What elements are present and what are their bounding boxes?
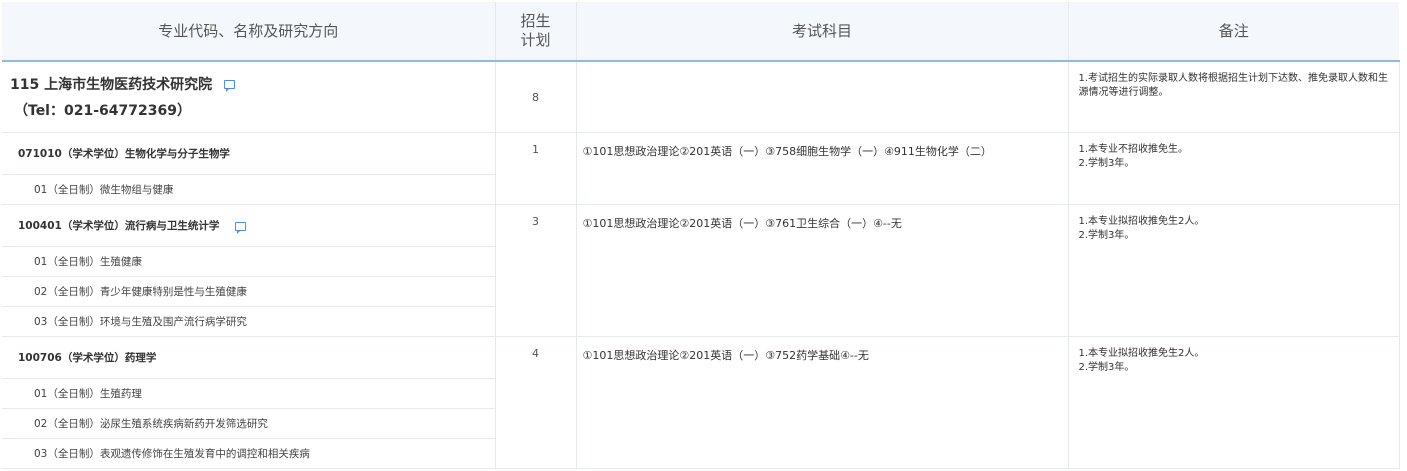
major-title-cell[interactable]: 100401（学术学位）流行病与卫生统计学 — [2, 204, 496, 247]
institute-note: 1.考试招生的实际录取人数将根据招生计划下达数、推免录取人数和生源情况等进行调整… — [1068, 61, 1400, 133]
institute-name-line: 115 上海市生物医药技术研究院 — [10, 74, 495, 94]
major-plan: 3 — [495, 204, 577, 337]
table-header-row: 专业代码、名称及研究方向 招生 计划 考试科目 备注 — [2, 2, 1399, 62]
header-note: 备注 — [1068, 2, 1399, 62]
major-title[interactable]: 100706（学术学位）药理学 — [2, 336, 496, 379]
institute-plan: 8 — [495, 61, 577, 133]
note-line: 2.学制3年。 — [1078, 230, 1135, 241]
direction-item: 01（全日制）生殖药理 — [2, 378, 496, 409]
direction-item: 03（全日制）表观遗传修饰在生殖发育中的调控和相关疾病 — [2, 438, 496, 469]
institute-cell: 115 上海市生物医药技术研究院 （Tel：021-64772369） — [2, 61, 496, 133]
header-plan-line2: 计划 — [520, 31, 551, 49]
major-note: 1.本专业拟招收推免生2人。 2.学制3年。 — [1068, 204, 1400, 337]
direction-item: 02（全日制）泌尿生殖系统疾病新药开发筛选研究 — [2, 408, 496, 439]
direction-item: 01（全日制）生殖健康 — [2, 246, 496, 277]
major-plan: 1 — [495, 132, 577, 205]
major-plan: 4 — [495, 336, 577, 469]
note-line: 2.学制3年。 — [1078, 362, 1135, 373]
major-row: 071010（学术学位）生物化学与分子生物学 1 ①101思想政治理论②201英… — [2, 132, 1400, 205]
note-line: 1.本专业拟招收推免生2人。 — [1078, 348, 1205, 359]
major-note: 1.本专业不招收推免生。 2.学制3年。 — [1068, 132, 1400, 205]
header-plan-line1: 招生 — [520, 12, 551, 30]
major-title: 100401（学术学位）流行病与卫生统计学 — [18, 220, 220, 232]
header-exam: 考试科目 — [576, 2, 1069, 62]
major-note: 1.本专业拟招收推免生2人。 2.学制3年。 — [1068, 336, 1400, 469]
direction-item: 01（全日制）微生物组与健康 — [2, 174, 496, 205]
major-title[interactable]: 071010（学术学位）生物化学与分子生物学 — [2, 132, 496, 175]
direction-item: 03（全日制）环境与生殖及围产流行病学研究 — [2, 306, 496, 337]
direction-item: 02（全日制）青少年健康特别是性与生殖健康 — [2, 276, 496, 307]
header-major: 专业代码、名称及研究方向 — [2, 2, 496, 62]
institute-name: 115 上海市生物医药技术研究院 — [10, 77, 213, 93]
message-icon[interactable] — [235, 221, 246, 234]
major-row: 100401（学术学位）流行病与卫生统计学 3 ①101思想政治理论②201英语… — [2, 204, 1400, 337]
note-line: 1.本专业拟招收推免生2人。 — [1078, 216, 1205, 227]
catalog-page: 专业代码、名称及研究方向 招生 计划 考试科目 备注 115 上海市生物医药技术研… — [0, 0, 1407, 471]
major-exam: ①101思想政治理论②201英语（一）③761卫生综合（一）④--无 — [576, 204, 1069, 337]
note-line: 1.本专业不招收推免生。 — [1078, 144, 1189, 155]
institute-tel: （Tel：021-64772369） — [14, 103, 191, 119]
major-exam: ①101思想政治理论②201英语（一）③752药学基础④--无 — [576, 336, 1069, 469]
institute-row: 115 上海市生物医药技术研究院 （Tel：021-64772369） 8 1.… — [2, 61, 1400, 133]
header-plan: 招生 计划 — [495, 2, 577, 62]
note-line: 2.学制3年。 — [1078, 158, 1135, 169]
major-row: 100706（学术学位）药理学 4 ①101思想政治理论②201英语（一）③75… — [2, 336, 1400, 469]
major-exam: ①101思想政治理论②201英语（一）③758细胞生物学（一）④911生物化学（… — [576, 132, 1069, 205]
enrollment-table: 专业代码、名称及研究方向 招生 计划 考试科目 备注 115 上海市生物医药技术研… — [2, 2, 1400, 469]
institute-exam — [576, 61, 1069, 133]
message-icon[interactable] — [224, 79, 236, 92]
